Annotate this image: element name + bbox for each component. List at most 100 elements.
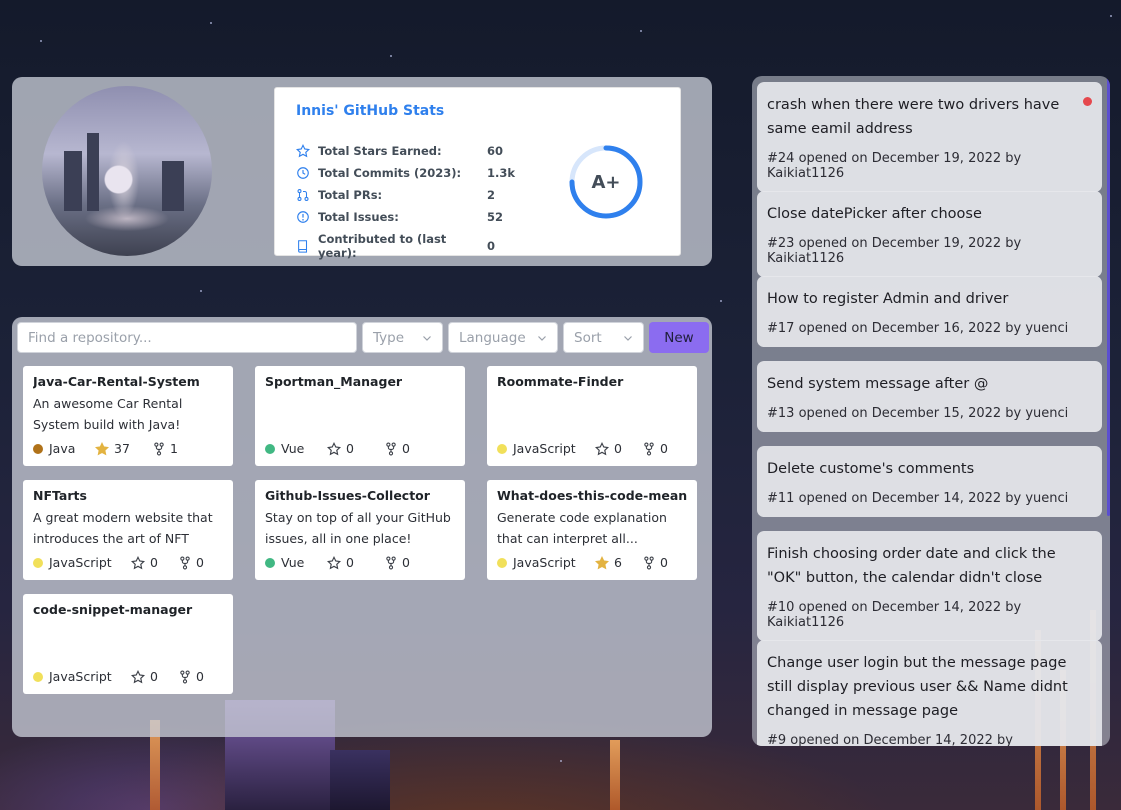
repo-name[interactable]: What-does-this-code-mean — [497, 488, 687, 503]
stat-value: 2 — [487, 188, 496, 202]
fork-icon — [644, 442, 654, 455]
issue-title[interactable]: How to register Admin and driver — [767, 287, 1092, 311]
repo-meta: JavaScript 6 0 — [497, 555, 687, 571]
repo-stars[interactable]: 0 — [595, 441, 622, 456]
language-color-dot — [265, 558, 275, 568]
repo-name[interactable]: NFTarts — [33, 488, 223, 503]
issue-card[interactable]: Delete custome's comments #11 opened on D… — [757, 446, 1102, 517]
issue-card[interactable]: Finish choosing order date and click the… — [757, 531, 1102, 641]
issue-title[interactable]: Delete custome's comments — [767, 457, 1092, 481]
repo-language: Vue — [281, 441, 305, 456]
repo-meta: Vue 0 0 — [265, 441, 455, 457]
repo-language: JavaScript — [49, 669, 112, 684]
issue-card[interactable]: Send system message after @ #13 opened on… — [757, 361, 1102, 432]
language-color-dot — [497, 444, 507, 454]
stat-value: 52 — [487, 210, 504, 224]
repo-stars[interactable]: 0 — [327, 555, 354, 570]
issue-title[interactable]: crash when there were two drivers have s… — [767, 93, 1092, 141]
stat-row-commits: Total Commits (2023): 1.3k — [296, 166, 515, 180]
repo-forks[interactable]: 0 — [179, 555, 204, 570]
new-repo-button[interactable]: New — [649, 322, 709, 353]
repo-card[interactable]: NFTarts A great modern website that intro… — [23, 480, 233, 580]
stat-row-contributed: Contributed to (last year): 0 — [296, 232, 495, 260]
stat-label: Total Commits (2023): — [318, 166, 462, 180]
repo-name[interactable]: Roommate-Finder — [497, 374, 687, 389]
repo-stars[interactable]: 0 — [327, 441, 354, 456]
issue-card[interactable]: Change user login but the message page s… — [757, 640, 1102, 746]
repo-forks[interactable]: 0 — [179, 669, 204, 684]
stat-label: Total PRs: — [318, 188, 383, 202]
repo-stars[interactable]: 0 — [131, 555, 158, 570]
repo-icon — [296, 239, 310, 253]
repo-forks[interactable]: 0 — [385, 555, 410, 570]
repo-card[interactable]: Sportman_Manager Vue 0 0 — [255, 366, 465, 466]
pull-request-icon — [296, 188, 310, 202]
sort-select[interactable]: Sort — [563, 322, 644, 353]
repo-star-count: 0 — [346, 555, 354, 570]
rank-grade: A+ — [591, 171, 621, 193]
profile-panel: Innis' GitHub Stats Total Stars Earned: … — [12, 77, 712, 266]
repo-fork-count: 0 — [402, 441, 410, 456]
issue-meta: #9 opened on December 14, 2022 by Kaikia… — [767, 733, 1013, 746]
issue-meta: #10 opened on December 14, 2022 by Kaiki… — [767, 600, 1022, 630]
issue-card[interactable]: How to register Admin and driver #17 open… — [757, 276, 1102, 347]
repo-name[interactable]: code-snippet-manager — [33, 602, 223, 617]
repo-name[interactable]: Sportman_Manager — [265, 374, 455, 389]
repo-forks[interactable]: 1 — [153, 441, 178, 456]
repo-fork-count: 0 — [196, 555, 204, 570]
repo-star-count: 37 — [114, 441, 130, 456]
star-icon — [296, 144, 310, 158]
repo-language: JavaScript — [513, 555, 576, 570]
repo-meta: Vue 0 0 — [265, 555, 455, 571]
issue-meta: #13 opened on December 15, 2022 by yuenc… — [767, 406, 1069, 421]
repo-description — [265, 393, 455, 435]
language-color-dot — [497, 558, 507, 568]
rank-circle: A+ — [568, 144, 644, 220]
repo-stars[interactable]: 0 — [131, 669, 158, 684]
repo-name[interactable]: Java-Car-Rental-System — [33, 374, 223, 389]
repo-meta: JavaScript 0 0 — [33, 669, 223, 685]
repo-card[interactable]: What-does-this-code-mean Generate code ex… — [487, 480, 697, 580]
repo-stars[interactable]: 6 — [595, 555, 622, 570]
history-icon — [296, 166, 310, 180]
repo-forks[interactable]: 0 — [643, 441, 668, 456]
repo-card[interactable]: Github-Issues-Collector Stay on top of al… — [255, 480, 465, 580]
chevron-down-icon — [423, 335, 431, 341]
repo-card[interactable]: Roommate-Finder JavaScript 0 0 — [487, 366, 697, 466]
issue-card[interactable]: Close datePicker after choose #23 opened … — [757, 191, 1102, 277]
issue-title[interactable]: Change user login but the message page s… — [767, 651, 1092, 723]
sort-select-label: Sort — [574, 329, 602, 346]
repo-card[interactable]: Java-Car-Rental-System An awesome Car Ren… — [23, 366, 233, 466]
repo-fork-count: 0 — [402, 555, 410, 570]
fork-icon — [386, 442, 396, 455]
repo-name[interactable]: Github-Issues-Collector — [265, 488, 455, 503]
stat-row-issues: Total Issues: 52 — [296, 210, 503, 224]
repositories-panel: Type Language Sort New Java-Car-Rental-S… — [12, 317, 712, 737]
stat-label: Total Issues: — [318, 210, 399, 224]
language-color-dot — [33, 444, 43, 454]
language-select[interactable]: Language — [448, 322, 558, 353]
repo-search-input[interactable] — [17, 322, 357, 353]
repo-card[interactable]: code-snippet-manager JavaScript 0 0 — [23, 594, 233, 694]
issue-title[interactable]: Close datePicker after choose — [767, 202, 1092, 226]
star-icon — [595, 555, 609, 569]
issue-title[interactable]: Finish choosing order date and click the… — [767, 542, 1092, 590]
repo-stars[interactable]: 37 — [95, 441, 130, 456]
scrollbar[interactable] — [1107, 76, 1110, 516]
fork-icon — [180, 556, 190, 569]
chevron-down-icon — [538, 335, 546, 341]
star-icon — [595, 441, 609, 455]
stat-label: Total Stars Earned: — [318, 144, 442, 158]
issue-card[interactable]: crash when there were two drivers have s… — [757, 82, 1102, 192]
repo-forks[interactable]: 0 — [385, 441, 410, 456]
stat-row-prs: Total PRs: 2 — [296, 188, 495, 202]
issue-title[interactable]: Send system message after @ — [767, 372, 1092, 396]
fork-icon — [386, 556, 396, 569]
repo-meta: JavaScript 0 0 — [33, 555, 223, 571]
stat-value: 60 — [487, 144, 504, 158]
fork-icon — [180, 670, 190, 683]
repo-description — [497, 393, 687, 435]
repo-forks[interactable]: 0 — [643, 555, 668, 570]
type-select[interactable]: Type — [362, 322, 443, 353]
issue-meta: #23 opened on December 19, 2022 by Kaiki… — [767, 236, 1022, 266]
